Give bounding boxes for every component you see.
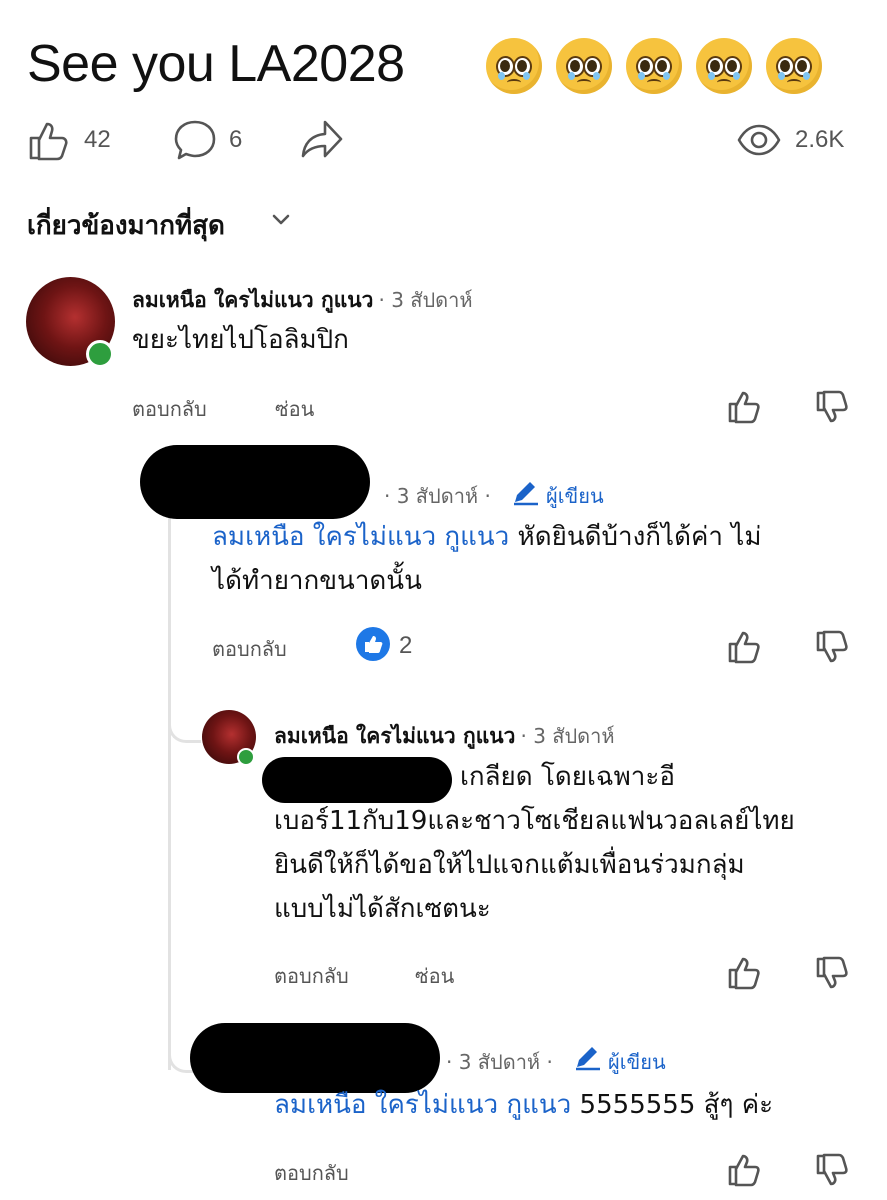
reaction-count: 2 [399, 632, 413, 659]
pleading-face-emoji [486, 38, 542, 94]
thumbs-up-icon [29, 122, 68, 161]
comment-text: ขยะไทยไปโอลิมปิก [132, 325, 349, 355]
thumbs-down-icon [816, 630, 848, 663]
thumbs-up-icon [728, 631, 760, 664]
like-count: 42 [84, 126, 111, 153]
comment-text-part: หัดยินดีบ้างก็ได้ค่า ไม่ [509, 522, 762, 552]
comment-text: ได้ทำยากขนาดนั้น [212, 566, 422, 596]
comment-text: แบบไม่ได้สักเซตนะ [274, 894, 491, 924]
chevron-down-icon[interactable] [270, 208, 292, 234]
thumbs-up-icon [728, 1154, 760, 1187]
comment-text-part: 5555555 สู้ๆ ค่ะ [571, 1090, 774, 1120]
thumbs-up-icon [728, 957, 760, 990]
comment-dislike-button[interactable] [815, 956, 851, 996]
comment-header: ลมเหนือ ใครไม่แนว กูแนว · 3 สัปดาห์ [274, 720, 615, 753]
comment-time: · 3 สัปดาห์ [520, 724, 615, 748]
comment-time: · 3 สัปดาห์ · [384, 484, 491, 508]
sort-label: เกี่ยวข้องมากที่สุด [27, 211, 225, 241]
mention-link[interactable]: ลมเหนือ ใครไม่แนว กูแนว [274, 1090, 571, 1120]
comment-count: 6 [229, 126, 243, 153]
comment-text: เบอร์11กับ19และชาวโซเชียลแฟนวอลเลย์ไทย [274, 806, 795, 836]
comment-like-button[interactable] [727, 1151, 763, 1191]
pencil-icon [512, 480, 542, 506]
like-reaction-badge [356, 627, 390, 661]
mention-link[interactable]: ลมเหนือ ใครไม่แนว กูแนว [212, 522, 509, 552]
share-arrow-icon [301, 120, 343, 158]
thumbs-down-icon [816, 1153, 848, 1186]
comment-text: ยินดีให้ก็ได้ขอให้ไปแจกแต้มเพื่อนร่วมกลุ… [274, 850, 745, 880]
post-title: See you LA2028 [27, 35, 405, 93]
pleading-face-emoji [626, 38, 682, 94]
comment-like-button[interactable] [727, 628, 763, 668]
hide-button[interactable]: ซ่อน [415, 960, 454, 992]
comment-text: ลมเหนือ ใครไม่แนว กูแนว 5555555 สู้ๆ ค่ะ [274, 1083, 773, 1127]
hide-button[interactable]: ซ่อน [275, 393, 314, 425]
share-button[interactable] [299, 118, 345, 166]
pencil-icon [574, 1045, 604, 1071]
comment-text: เกลียด โดยเฉพาะอี [460, 762, 675, 792]
comment-button[interactable] [172, 118, 218, 168]
thread-connector [168, 700, 201, 743]
pleading-face-emoji [556, 38, 612, 94]
views-indicator [736, 120, 782, 164]
author-badge: ผู้เขียน [546, 484, 604, 508]
comment-like-button[interactable] [727, 954, 763, 994]
emoji-group [486, 38, 822, 94]
eye-icon [737, 124, 781, 156]
thumbs-down-icon [816, 956, 848, 989]
comment-text: ลมเหนือ ใครไม่แนว กูแนว หัดยินดีบ้างก็ได… [212, 515, 852, 559]
views-count: 2.6K [795, 126, 845, 153]
pleading-face-emoji [766, 38, 822, 94]
comment-time: · 3 สัปดาห์ · [446, 1050, 553, 1074]
online-indicator [86, 340, 114, 368]
sort-dropdown[interactable]: เกี่ยวข้องมากที่สุด [27, 205, 225, 246]
comment-author[interactable]: ลมเหนือ ใครไม่แนว กูแนว [132, 288, 373, 312]
online-indicator [237, 748, 255, 766]
comment-author[interactable]: ลมเหนือ ใครไม่แนว กูแนว [274, 724, 515, 748]
thumbs-down-icon [816, 390, 848, 423]
comment-time: · 3 สัปดาห์ [378, 288, 473, 312]
speech-bubble-icon [174, 120, 216, 160]
redacted-blob [262, 757, 452, 803]
reply-button[interactable]: ตอบกลับ [274, 960, 349, 992]
comment-header: ลมเหนือ ใครไม่แนว กูแนว · 3 สัปดาห์ [132, 284, 473, 317]
reply-button[interactable]: ตอบกลับ [212, 633, 287, 665]
thumbs-up-icon [728, 391, 760, 424]
author-badge: ผู้เขียน [608, 1050, 666, 1074]
reply-button[interactable]: ตอบกลับ [274, 1157, 349, 1189]
redacted-blob [140, 445, 370, 519]
reply-button[interactable]: ตอบกลับ [132, 393, 207, 425]
comment-dislike-button[interactable] [815, 1153, 851, 1193]
comment-dislike-button[interactable] [815, 630, 851, 670]
thread-line [168, 475, 171, 1070]
pleading-face-emoji [696, 38, 752, 94]
comment-dislike-button[interactable] [815, 390, 851, 430]
like-post-button[interactable] [27, 118, 71, 166]
comment-like-button[interactable] [727, 388, 763, 428]
